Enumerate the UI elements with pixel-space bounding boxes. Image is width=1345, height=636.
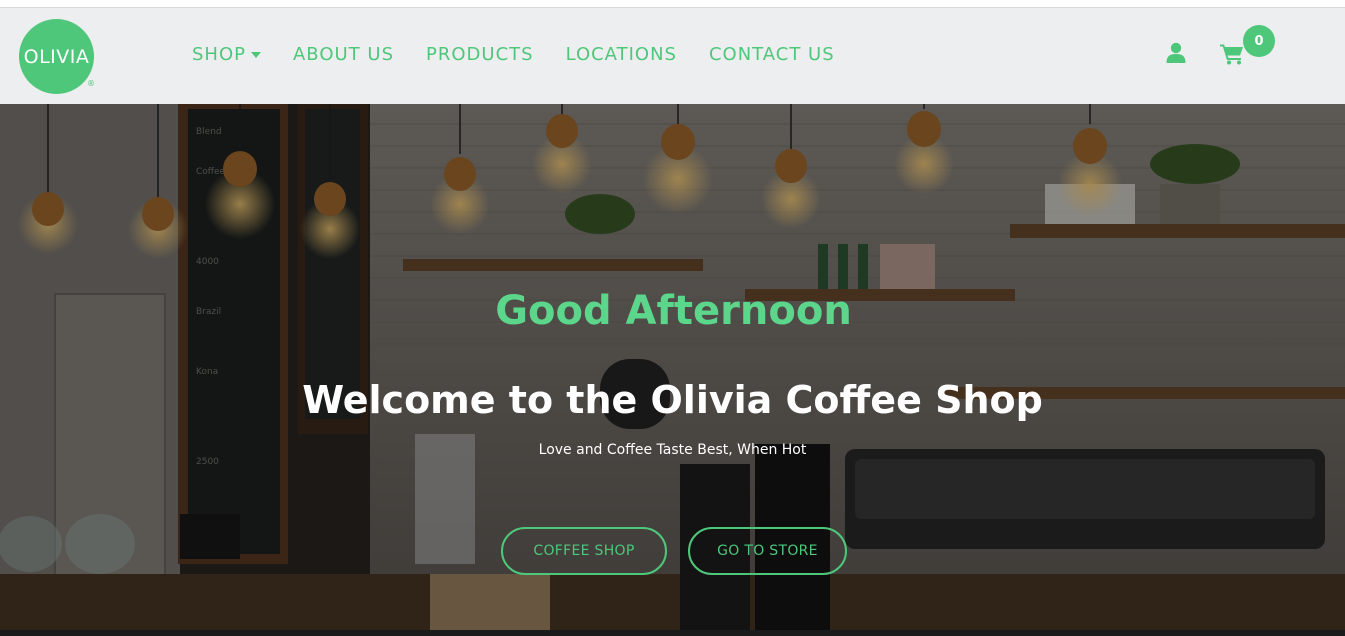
navbar: OLIVIA ® SHOP ABOUT US PRODUCTS LOCATION… <box>0 8 1345 104</box>
main-nav: SHOP ABOUT US PRODUCTS LOCATIONS CONTACT… <box>192 44 867 65</box>
nav-about-us[interactable]: ABOUT US <box>293 44 394 65</box>
registered-mark: ® <box>87 79 95 88</box>
shopping-cart-icon[interactable] <box>1220 43 1244 65</box>
hero-tagline: Love and Coffee Taste Best, When Hot <box>538 442 807 458</box>
cart-count-badge: 0 <box>1243 25 1275 57</box>
coffee-shop-button[interactable]: COFFEE SHOP <box>501 527 667 575</box>
nav-locations[interactable]: LOCATIONS <box>566 44 677 65</box>
top-border <box>0 0 1345 8</box>
logo-text: OLIVIA <box>23 45 90 68</box>
hero-overlay <box>0 104 1345 636</box>
nav-shop[interactable]: SHOP <box>192 44 261 65</box>
bottom-edge <box>0 630 1345 636</box>
user-icon[interactable] <box>1166 42 1186 64</box>
nav-shop-label: SHOP <box>192 44 246 65</box>
hero-section: Blend Coffee 4000 Brazil Kona 2500 Good … <box>0 104 1345 636</box>
logo[interactable]: OLIVIA <box>19 19 94 94</box>
nav-contact-us[interactable]: CONTACT US <box>709 44 835 65</box>
hero-title: Welcome to the Olivia Coffee Shop <box>302 378 1043 422</box>
hero-greeting: Good Afternoon <box>495 288 852 334</box>
caret-down-icon <box>250 51 261 58</box>
go-to-store-button[interactable]: GO TO STORE <box>688 527 847 575</box>
nav-products[interactable]: PRODUCTS <box>426 44 534 65</box>
